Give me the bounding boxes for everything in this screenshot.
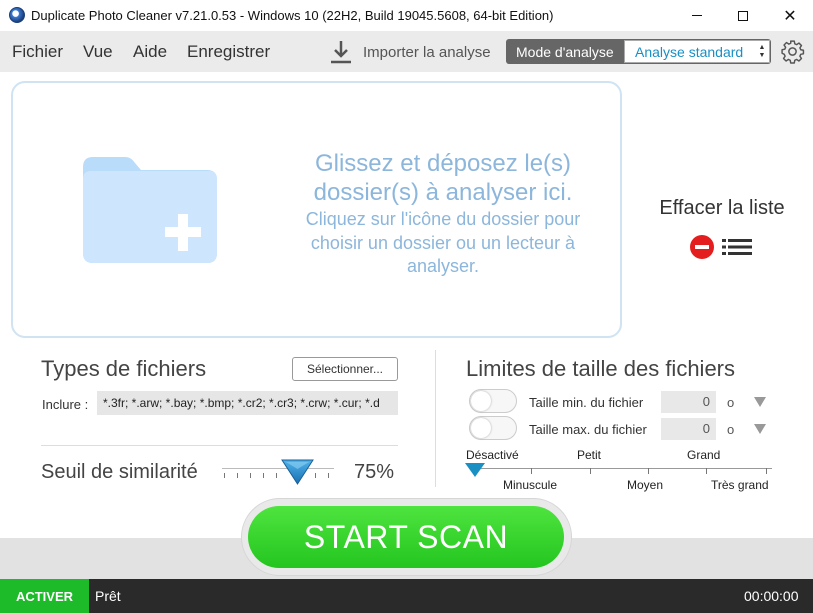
clear-list-icon[interactable]	[689, 234, 755, 260]
close-icon: ✕	[783, 7, 797, 25]
drop-zone-title: Glissez et déposez le(s) dossier(s) à an…	[313, 150, 573, 206]
menu-enregistrer[interactable]: Enregistrer	[187, 42, 270, 62]
size-tick	[766, 468, 767, 474]
close-button[interactable]: ✕	[767, 0, 813, 31]
min-size-toggle[interactable]	[469, 389, 517, 413]
slider-tick	[263, 473, 264, 478]
menu-aide[interactable]: Aide	[133, 42, 167, 62]
clear-list-label: Effacer la liste	[659, 197, 785, 219]
status-bar: ACTIVER Prêt 00:00:00	[0, 579, 813, 613]
status-text: Prêt	[95, 588, 121, 604]
similarity-slider-thumb[interactable]	[281, 459, 314, 485]
section-divider	[435, 350, 436, 487]
include-label: Inclure :	[42, 397, 89, 412]
size-scale-very-large: Très grand	[711, 478, 769, 492]
size-slider-thumb[interactable]	[465, 463, 485, 477]
title-bar: Duplicate Photo Cleaner v7.21.0.53 - Win…	[0, 0, 813, 31]
maximize-button[interactable]	[720, 0, 766, 31]
elapsed-time: 00:00:00	[744, 588, 799, 604]
file-types-title: Types de fichiers	[41, 356, 207, 381]
divider	[41, 445, 398, 446]
size-scale-large: Grand	[687, 448, 721, 462]
drop-zone-subtitle: Cliquez sur l'icône du dossier pour choi…	[305, 209, 581, 276]
size-tick	[706, 468, 707, 474]
size-tick	[590, 468, 591, 474]
activate-button[interactable]: ACTIVER	[0, 579, 89, 613]
app-icon	[9, 7, 25, 23]
import-analysis-button[interactable]: Importer la analyse	[328, 39, 491, 65]
gear-icon[interactable]	[780, 39, 805, 64]
menu-bar: Fichier Vue Aide Enregistrer Importer la…	[0, 31, 813, 72]
include-extensions-field[interactable]: *.3fr; *.arw; *.bay; *.bmp; *.cr2; *.cr3…	[97, 391, 398, 415]
min-size-unit: o	[727, 395, 735, 410]
window-title: Duplicate Photo Cleaner v7.21.0.53 - Win…	[31, 8, 554, 23]
size-scale-disabled: Désactivé	[466, 448, 519, 462]
max-size-unit-dropdown-icon[interactable]	[754, 424, 766, 434]
slider-tick	[224, 473, 225, 478]
max-size-toggle[interactable]	[469, 416, 517, 440]
analysis-mode: Mode d'analyse Analyse standard ▲ ▼	[506, 39, 771, 64]
analysis-mode-select[interactable]: Analyse standard ▲ ▼	[624, 40, 770, 63]
menu-vue[interactable]: Vue	[83, 42, 113, 62]
min-size-label: Taille min. du fichier	[529, 395, 644, 410]
toggle-knob	[471, 418, 491, 438]
toggle-knob	[471, 391, 491, 411]
spinner-arrows-icon: ▲ ▼	[758, 43, 766, 59]
size-scale-small: Petit	[577, 448, 602, 462]
select-file-types-button[interactable]: Sélectionner...	[292, 357, 398, 381]
minimize-button[interactable]	[674, 0, 720, 31]
download-icon	[331, 41, 351, 64]
start-scan-button[interactable]: START SCAN	[248, 506, 564, 568]
slider-tick	[276, 473, 277, 478]
max-size-unit: o	[727, 422, 735, 437]
min-size-input[interactable]: 0	[661, 391, 716, 413]
size-tick	[531, 468, 532, 474]
slider-tick	[237, 473, 238, 478]
folder-drop-zone[interactable]: Glissez et déposez le(s) dossier(s) à an…	[11, 81, 622, 338]
size-slider-track[interactable]	[472, 468, 772, 469]
slider-tick	[250, 473, 251, 478]
size-scale-tiny: Minuscule	[503, 478, 558, 492]
minimize-icon	[692, 15, 702, 16]
max-size-input[interactable]: 0	[661, 418, 716, 440]
size-tick	[648, 468, 649, 474]
analysis-mode-value: Analyse standard	[635, 43, 744, 60]
min-size-unit-dropdown-icon[interactable]	[754, 397, 766, 407]
max-size-label: Taille max. du fichier	[529, 422, 647, 437]
size-limits-title: Limites de taille des fichiers	[466, 356, 736, 381]
analysis-mode-label: Mode d'analyse	[516, 43, 614, 60]
similarity-value: 75%	[354, 461, 395, 483]
menu-fichier[interactable]: Fichier	[12, 42, 63, 62]
slider-tick	[328, 473, 329, 478]
folder-add-icon[interactable]	[83, 157, 217, 263]
slider-tick	[315, 473, 316, 478]
size-scale-medium: Moyen	[627, 478, 664, 492]
similarity-slider-track[interactable]	[222, 468, 334, 469]
similarity-title: Seuil de similarité	[41, 461, 198, 483]
import-analysis-label: Importer la analyse	[363, 43, 491, 61]
maximize-icon	[738, 10, 748, 21]
